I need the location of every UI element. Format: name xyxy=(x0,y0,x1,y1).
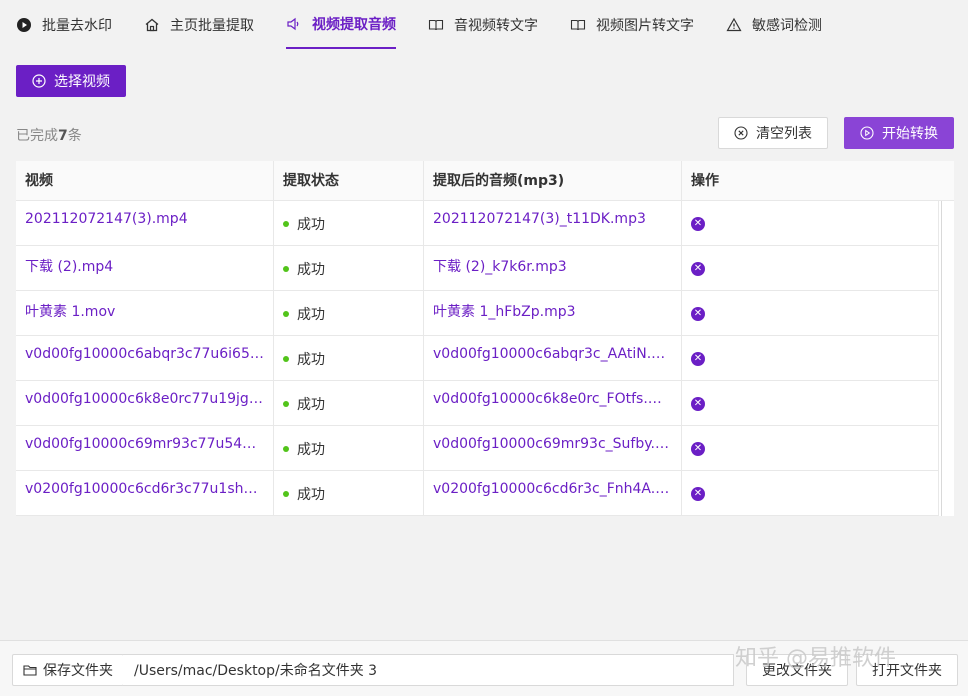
tab-label: 主页批量提取 xyxy=(170,17,254,34)
start-convert-button[interactable]: 开始转换 xyxy=(844,117,954,149)
audio-file-link[interactable]: v0d00fg10000c6abqr3c_AAtiN.mp3 xyxy=(424,336,682,381)
delete-icon[interactable]: ✕ xyxy=(691,441,705,456)
status-cell: 成功 xyxy=(274,201,424,246)
video-file-link[interactable]: 下载 (2).mp4 xyxy=(16,246,274,291)
play-circle-icon xyxy=(860,126,874,140)
audio-file-link[interactable]: v0200fg10000c6cd6r3c_Fnh4A.m... xyxy=(424,471,682,516)
column-header-status: 提取状态 xyxy=(274,161,424,201)
tab-label: 视频图片转文字 xyxy=(596,17,694,34)
tab-home-batch[interactable]: 主页批量提取 xyxy=(144,0,254,49)
tab-label: 视频提取音频 xyxy=(312,16,396,33)
audio-file-link[interactable]: v0d00fg10000c69mr93c_Sufby.m... xyxy=(424,426,682,471)
table-row: v0d00fg10000c6abqr3c77u6i65vf... 成功 v0d0… xyxy=(16,336,938,381)
audio-file-link[interactable]: 202112072147(3)_t11DK.mp3 xyxy=(424,201,682,246)
table-row: 202112072147(3).mp4 成功 202112072147(3)_t… xyxy=(16,201,938,246)
audio-file-link[interactable]: 下载 (2)_k7k6r.mp3 xyxy=(424,246,682,291)
column-header-actions: 操作 xyxy=(691,173,719,189)
tab-label: 敏感词检测 xyxy=(752,17,822,34)
status-cell: 成功 xyxy=(274,246,424,291)
table-row: v0d00fg10000c69mr93c77u546k... 成功 v0d00f… xyxy=(16,426,938,471)
tab-bar: 批量去水印 主页批量提取 视频提取音频 音视频转文字 视频图片转文字 敏感词检测 xyxy=(0,0,968,52)
tab-batch-watermark[interactable]: 批量去水印 xyxy=(16,0,112,49)
tab-video-image-to-text[interactable]: 视频图片转文字 xyxy=(570,0,694,49)
audio-file-link[interactable]: v0d00fg10000c6k8e0rc_FOtfs.mp3 xyxy=(424,381,682,426)
tab-label: 音视频转文字 xyxy=(454,17,538,34)
table-row: v0d00fg10000c6k8e0rc77u19jgs... 成功 v0d00… xyxy=(16,381,938,426)
results-table: 视频 提取状态 提取后的音频(mp3) 操作 202112072147(3).m… xyxy=(16,161,954,516)
audio-file-link[interactable]: 叶黄素 1_hFbZp.mp3 xyxy=(424,291,682,336)
success-dot xyxy=(283,400,289,407)
delete-icon[interactable]: ✕ xyxy=(691,351,705,366)
play-circle-icon xyxy=(16,17,32,33)
column-header-video: 视频 xyxy=(16,161,274,201)
select-video-label: 选择视频 xyxy=(54,74,110,90)
video-file-link[interactable]: v0d00fg10000c6abqr3c77u6i65vf... xyxy=(16,336,274,381)
success-dot xyxy=(283,265,289,272)
video-file-link[interactable]: 202112072147(3).mp4 xyxy=(16,201,274,246)
status-cell: 成功 xyxy=(274,471,424,516)
table-header: 视频 提取状态 提取后的音频(mp3) 操作 xyxy=(16,161,954,201)
success-dot xyxy=(283,220,289,227)
change-folder-button[interactable]: 更改文件夹 xyxy=(746,654,848,686)
video-file-link[interactable]: v0d00fg10000c69mr93c77u546k... xyxy=(16,426,274,471)
delete-icon[interactable]: ✕ xyxy=(691,261,705,276)
column-header-audio: 提取后的音频(mp3) xyxy=(424,161,682,201)
success-dot xyxy=(283,445,289,452)
book-icon xyxy=(428,17,444,33)
actions-cell: ✕ xyxy=(682,201,938,246)
delete-icon[interactable]: ✕ xyxy=(691,216,705,231)
status-cell: 成功 xyxy=(274,426,424,471)
tab-extract-audio[interactable]: 视频提取音频 xyxy=(286,0,396,49)
success-dot xyxy=(283,355,289,362)
footer-bar: 保存文件夹 更改文件夹 打开文件夹 xyxy=(0,640,968,696)
start-convert-label: 开始转换 xyxy=(882,126,938,142)
status-cell: 成功 xyxy=(274,381,424,426)
delete-icon[interactable]: ✕ xyxy=(691,486,705,501)
select-video-button[interactable]: 选择视频 xyxy=(16,65,126,97)
video-file-link[interactable]: v0d00fg10000c6k8e0rc77u19jgs... xyxy=(16,381,274,426)
table-scrollbar[interactable] xyxy=(938,201,954,516)
clear-list-label: 清空列表 xyxy=(756,126,812,142)
success-dot xyxy=(283,490,289,497)
actions-cell: ✕ xyxy=(682,426,938,471)
actions-cell: ✕ xyxy=(682,471,938,516)
warning-icon xyxy=(726,17,742,33)
save-path-input[interactable] xyxy=(123,654,734,686)
status-cell: 成功 xyxy=(274,291,424,336)
success-dot xyxy=(283,310,289,317)
scrollbar-track[interactable] xyxy=(941,201,942,516)
video-file-link[interactable]: 叶黄素 1.mov xyxy=(16,291,274,336)
table-row: v0200fg10000c6cd6r3c77u1sh0v... 成功 v0200… xyxy=(16,471,938,516)
status-cell: 成功 xyxy=(274,336,424,381)
save-folder-label: 保存文件夹 xyxy=(12,654,124,686)
clear-list-button[interactable]: 清空列表 xyxy=(718,117,828,149)
actions-cell: ✕ xyxy=(682,381,938,426)
delete-icon[interactable]: ✕ xyxy=(691,396,705,411)
tab-sensitive-words[interactable]: 敏感词检测 xyxy=(726,0,822,49)
home-icon xyxy=(144,17,160,33)
speaker-icon xyxy=(286,16,302,32)
tab-av-to-text[interactable]: 音视频转文字 xyxy=(428,0,538,49)
tab-label: 批量去水印 xyxy=(42,17,112,34)
completed-count: 已完成7条 xyxy=(16,128,82,144)
open-folder-button[interactable]: 打开文件夹 xyxy=(856,654,958,686)
close-circle-icon xyxy=(734,126,748,140)
actions-cell: ✕ xyxy=(682,336,938,381)
actions-cell: ✕ xyxy=(682,246,938,291)
delete-icon[interactable]: ✕ xyxy=(691,306,705,321)
table-row: 下载 (2).mp4 成功 下载 (2)_k7k6r.mp3 ✕ xyxy=(16,246,938,291)
book-icon xyxy=(570,17,586,33)
video-file-link[interactable]: v0200fg10000c6cd6r3c77u1sh0v... xyxy=(16,471,274,516)
actions-cell: ✕ xyxy=(682,291,938,336)
folder-icon xyxy=(23,663,37,677)
table-row: 叶黄素 1.mov 成功 叶黄素 1_hFbZp.mp3 ✕ xyxy=(16,291,938,336)
plus-circle-icon xyxy=(32,74,46,88)
